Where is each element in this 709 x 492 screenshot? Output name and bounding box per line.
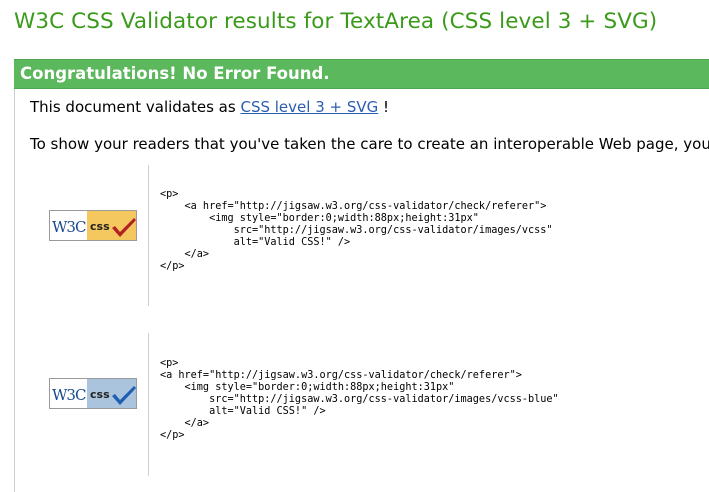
- w3c-css-badge-icon: W3C css: [49, 210, 137, 241]
- success-message: Congratulations! No Error Found.: [20, 64, 330, 83]
- badge-row-vcss-blue: W3C css <p> <a href="http://jigsaw.w3.or…: [15, 333, 709, 476]
- code-cell: <p> <a href="http://jigsaw.w3.org/css-va…: [148, 333, 559, 476]
- validates-prefix: This document validates as: [30, 98, 241, 116]
- code-cell: <p> <a href="http://jigsaw.w3.org/css-va…: [148, 165, 553, 306]
- validator-page: W3C CSS Validator results for TextArea (…: [0, 0, 709, 492]
- results-content: This document validates as CSS level 3 +…: [14, 89, 709, 492]
- svg-text:W3C: W3C: [52, 218, 86, 236]
- svg-text:W3C: W3C: [52, 386, 86, 404]
- badge-row-vcss: W3C css <p> <a href="http://jigsaw.w3.or…: [15, 165, 709, 306]
- svg-text:css: css: [90, 220, 110, 233]
- badge-cell: W3C css: [49, 210, 137, 241]
- badge-code-snippet: <p> <a href="http://jigsaw.w3.org/css-va…: [160, 189, 553, 272]
- validates-statement: This document validates as CSS level 3 +…: [30, 98, 389, 116]
- page-title: W3C CSS Validator results for TextArea (…: [14, 9, 658, 34]
- svg-text:css: css: [90, 388, 110, 401]
- success-banner: Congratulations! No Error Found.: [14, 59, 709, 89]
- validates-suffix: !: [378, 98, 390, 116]
- show-readers-text: To show your readers that you've taken t…: [30, 135, 709, 153]
- badge-cell: W3C css: [49, 378, 137, 409]
- badge-code-snippet: <p> <a href="http://jigsaw.w3.org/css-va…: [160, 358, 559, 441]
- css-profile-link[interactable]: CSS level 3 + SVG: [240, 98, 378, 116]
- w3c-css-blue-badge-icon: W3C css: [49, 378, 137, 409]
